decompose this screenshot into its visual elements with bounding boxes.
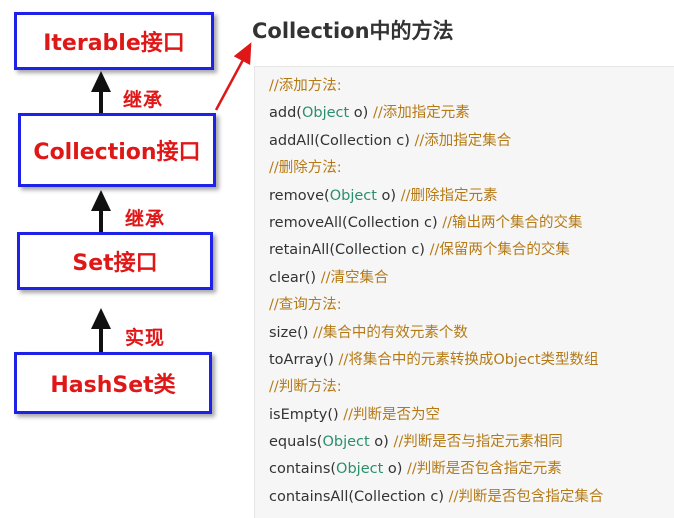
- relation-label-extends-1: 继承: [123, 89, 164, 111]
- code-line: isEmpty() //判断是否为空: [269, 402, 603, 429]
- code-line: retainAll(Collection c) //保留两个集合的交集: [269, 237, 603, 264]
- code-text: toArray(): [269, 351, 339, 368]
- iterable-interface-box: Iterable接口: [14, 12, 214, 70]
- arrowhead-iterable: [91, 71, 111, 92]
- pointer-arrowhead: [233, 42, 252, 66]
- code-line: contains(Object o) //判断是否包含指定元素: [269, 456, 603, 483]
- code-line: //添加方法:: [269, 73, 603, 100]
- code-text: equals(: [269, 434, 323, 451]
- methods-code-panel: //添加方法: add(Object o) //添加指定元素 addAll(Coll…: [254, 66, 674, 518]
- code-comment: //判断是否为空: [343, 406, 441, 423]
- relation-label-extends-2: 继承: [125, 208, 166, 230]
- arrowhead-collection: [91, 190, 111, 211]
- arrowhead-set: [91, 308, 111, 329]
- code-comment: //删除指定元素: [400, 187, 498, 204]
- collection-interface-label: Collection接口: [33, 140, 201, 165]
- code-comment: //输出两个集合的交集: [442, 214, 583, 231]
- set-interface-box: Set接口: [17, 232, 213, 290]
- code-text: add(: [269, 105, 302, 122]
- code-line: addAll(Collection c) //添加指定集合: [269, 128, 603, 155]
- set-interface-label: Set接口: [72, 251, 158, 276]
- code-line: //判断方法:: [269, 374, 603, 401]
- code-line: removeAll(Collection c) //输出两个集合的交集: [269, 210, 603, 237]
- code-comment: //集合中的有效元素个数: [313, 324, 468, 341]
- code-line: remove(Object o) //删除指定元素: [269, 183, 603, 210]
- pointer-arrow-line: [214, 57, 246, 111]
- code-line: clear() //清空集合: [269, 265, 603, 292]
- code-comment: //删除方法:: [269, 160, 342, 177]
- code-line: toArray() //将集合中的元素转换成Object类型数组: [269, 347, 603, 374]
- methods-code-lines: //添加方法: add(Object o) //添加指定元素 addAll(Coll…: [269, 73, 603, 511]
- code-text: o): [369, 434, 394, 451]
- code-comment: //判断是否包含指定元素: [407, 461, 562, 478]
- code-line: add(Object o) //添加指定元素: [269, 100, 603, 127]
- code-comment: //保留两个集合的交集: [429, 242, 570, 259]
- code-text: containsAll(Collection c): [269, 488, 449, 505]
- code-comment: //判断方法:: [269, 379, 342, 396]
- methods-title: Collection中的方法: [252, 19, 454, 43]
- code-text: isEmpty(): [269, 406, 344, 423]
- code-text: retainAll(Collection c): [269, 242, 430, 259]
- code-text: o): [349, 105, 373, 122]
- iterable-interface-label: Iterable接口: [43, 31, 185, 56]
- code-line: size() //集合中的有效元素个数: [269, 320, 603, 347]
- code-comment: //判断是否包含指定集合: [448, 488, 604, 505]
- code-text: contains(: [269, 461, 337, 478]
- code-text: removeAll(Collection c): [269, 214, 443, 231]
- code-comment: //清空集合: [320, 269, 389, 286]
- code-line: //查询方法:: [269, 292, 603, 319]
- code-line: containsAll(Collection c) //判断是否包含指定集合: [269, 484, 603, 511]
- code-text: clear(): [269, 269, 321, 286]
- hashset-class-box: HashSet类: [14, 352, 212, 414]
- code-text: o): [376, 187, 401, 204]
- code-type: Object: [322, 434, 370, 451]
- code-comment: //添加方法:: [269, 78, 342, 94]
- code-comment: //添加指定元素: [372, 105, 470, 122]
- code-line: //删除方法:: [269, 155, 603, 182]
- hashset-class-label: HashSet类: [50, 373, 176, 398]
- code-comment: //判断是否与指定元素相同: [393, 434, 563, 451]
- code-line: equals(Object o) //判断是否与指定元素相同: [269, 429, 603, 456]
- code-text: addAll(Collection c): [269, 132, 415, 149]
- code-comment: //查询方法:: [269, 297, 342, 314]
- collection-interface-box: Collection接口: [18, 113, 216, 187]
- code-text: o): [383, 461, 408, 478]
- code-comment: //将集合中的元素转换成Object类型数组: [338, 351, 599, 368]
- code-type: Object: [329, 187, 377, 204]
- code-text: remove(: [269, 187, 330, 204]
- relation-label-implements: 实现: [125, 327, 166, 349]
- code-type: Object: [301, 105, 350, 122]
- code-type: Object: [336, 461, 384, 478]
- code-text: size(): [269, 324, 314, 341]
- code-comment: //添加指定集合: [414, 132, 512, 149]
